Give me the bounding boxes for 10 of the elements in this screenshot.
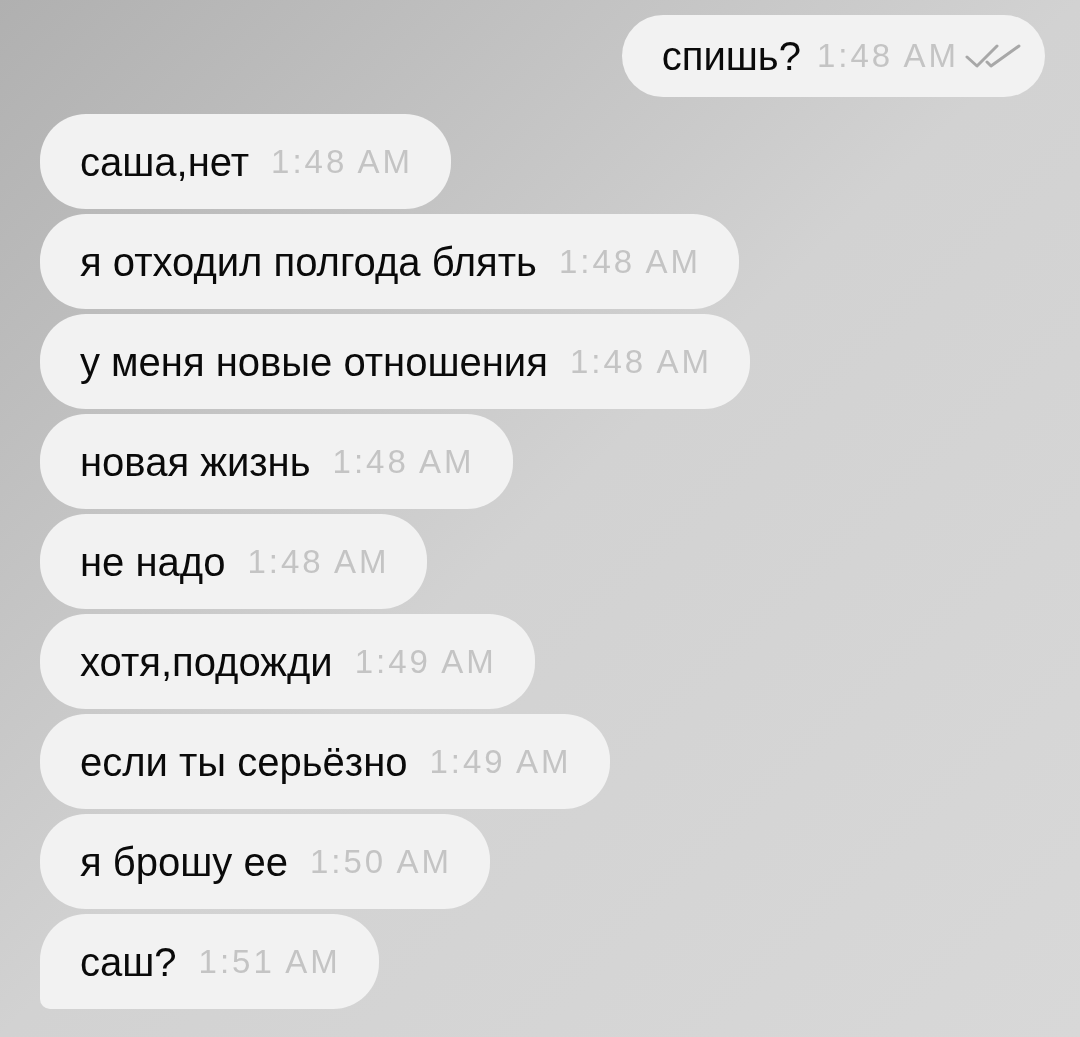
message-text: не надо bbox=[80, 538, 226, 586]
message-text: я брошу ее bbox=[80, 838, 288, 886]
message-text: новая жизнь bbox=[80, 438, 311, 486]
message-text: спишь? bbox=[661, 33, 801, 80]
message-text: я отходил полгода блять bbox=[80, 238, 537, 286]
message-text: если ты серьёзно bbox=[80, 738, 408, 786]
message-text: хотя,подожди bbox=[80, 638, 333, 686]
message-text: у меня новые отношения bbox=[80, 338, 548, 386]
message-text: саша,нет bbox=[80, 138, 250, 186]
message-text: саш? bbox=[80, 938, 177, 986]
